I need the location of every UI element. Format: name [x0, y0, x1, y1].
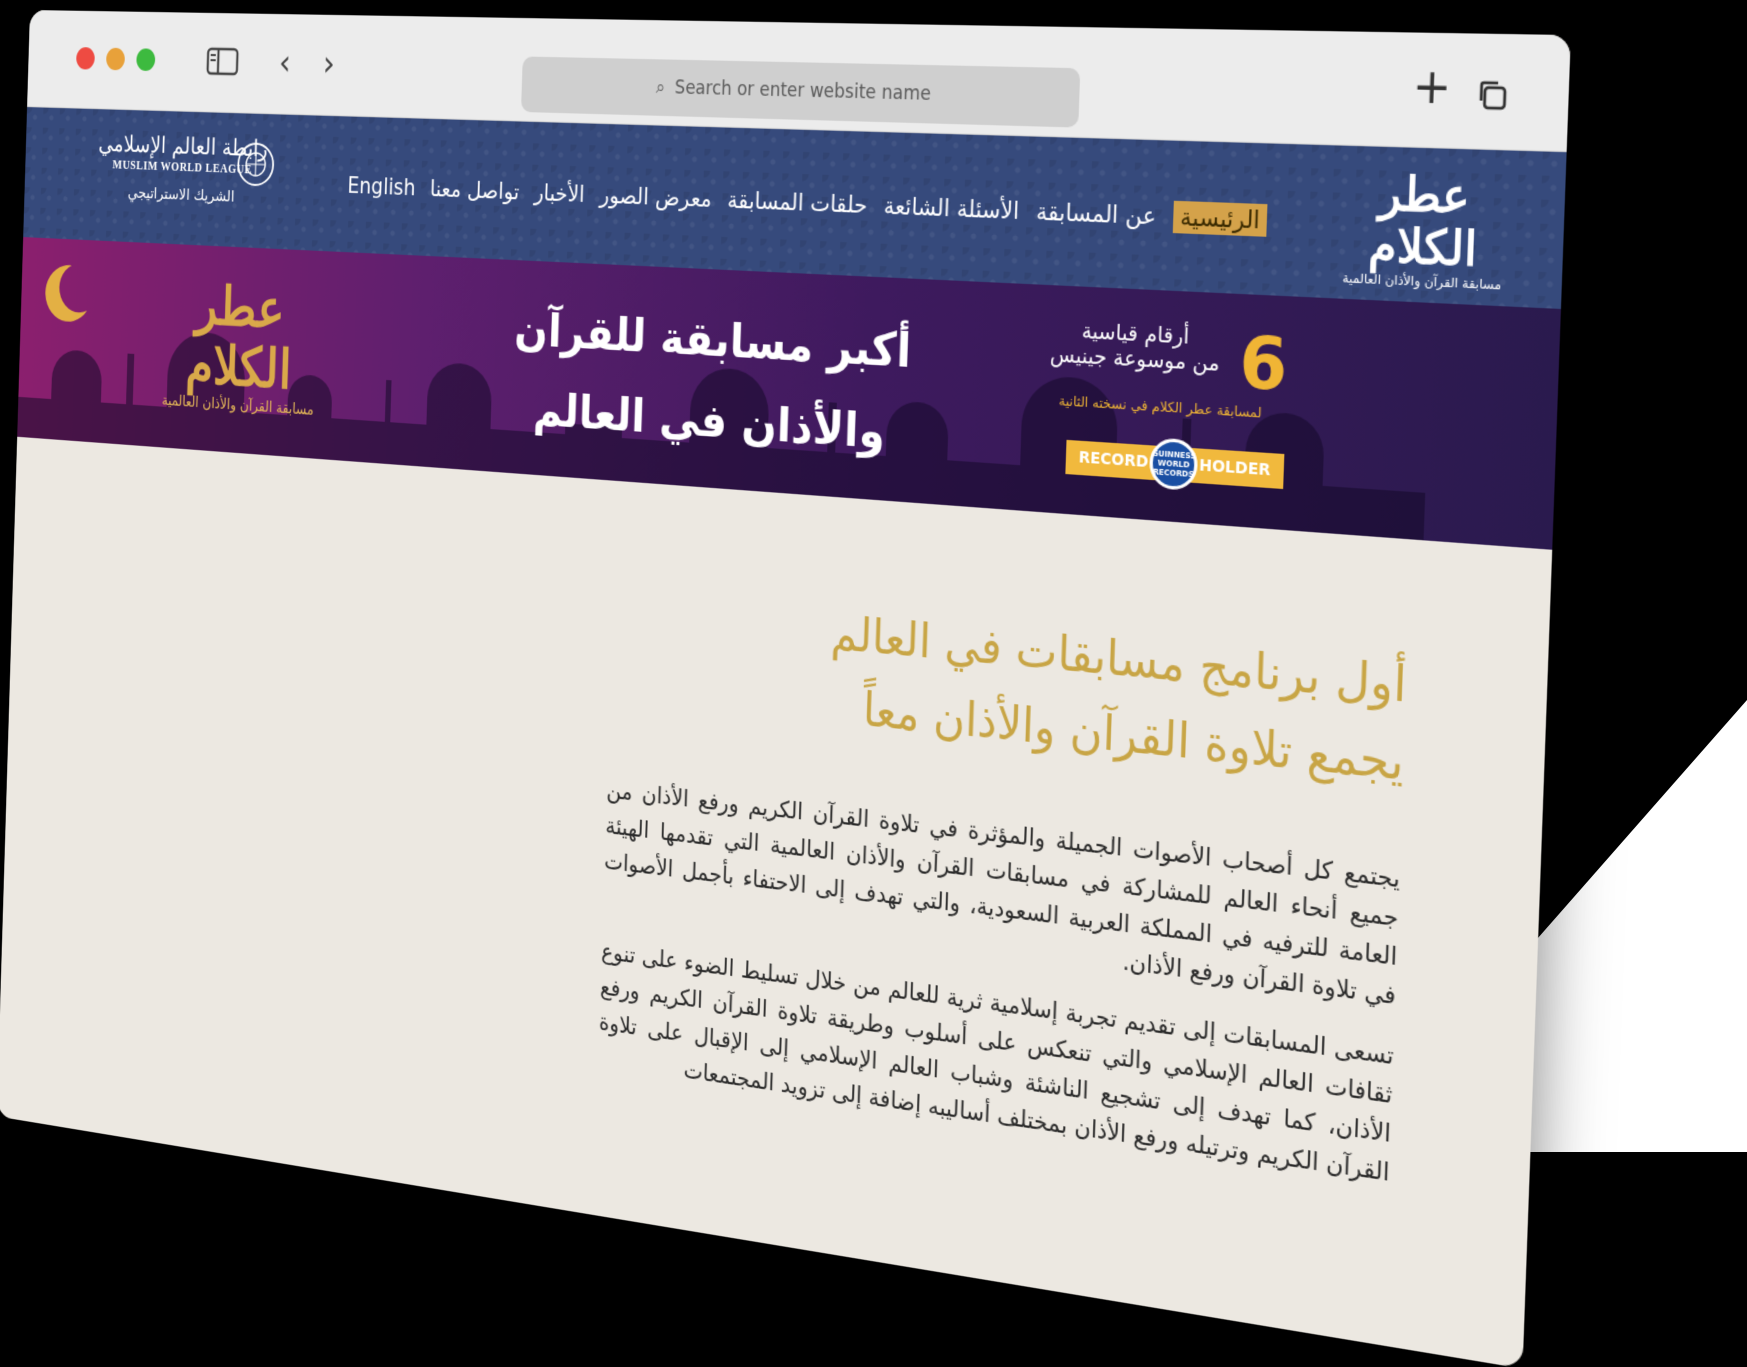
forward-arrow-icon[interactable]: › [322, 46, 335, 82]
address-bar[interactable]: ⌕ Search or enter website name [521, 56, 1080, 127]
search-icon: ⌕ [656, 77, 666, 99]
main-nav: English تواصل معنا الأخبار معرض الصور حل… [347, 171, 1267, 237]
nav-english[interactable]: English [347, 173, 416, 201]
records-block: 6 أرقام قياسية من موسوعة جينيس لمسابقة ع… [1036, 316, 1289, 422]
banner-logo: عطر الكلام مسابقة القرآن والأذان العالمي… [143, 273, 338, 420]
tab-overview-icon[interactable] [1476, 79, 1508, 111]
nav-about[interactable]: عن المسابقة [1036, 198, 1157, 230]
sidebar-toggle-icon[interactable] [206, 47, 240, 76]
minimize-button[interactable] [106, 48, 125, 71]
nav-episodes[interactable]: حلقات المسابقة [727, 187, 868, 219]
badge-holder-label: HOLDER [1199, 457, 1271, 480]
page-headline: أول برنامج مسابقات في العالم يجمع تلاوة … [744, 589, 1408, 802]
muslim-world-league-seal-icon [235, 140, 276, 189]
records-number: 6 [1238, 327, 1288, 402]
main-content: أول برنامج مسابقات في العالم يجمع تلاوة … [0, 437, 1552, 1367]
nav-home[interactable]: الرئيسية [1173, 201, 1267, 237]
nav-news[interactable]: الأخبار [534, 180, 585, 208]
logo-title-line2: الكلام [1330, 218, 1516, 278]
address-placeholder: Search or enter website name [674, 77, 931, 105]
close-button[interactable] [76, 47, 95, 70]
maximize-button[interactable] [136, 48, 155, 71]
window-controls [76, 47, 155, 71]
banner-logo-line1: عطر [145, 273, 337, 343]
badge-record-label: RECORD [1078, 449, 1148, 472]
browser-window: ‹ › ⌕ Search or enter website name + راب… [0, 10, 1571, 1367]
logo-title-line1: عطر [1332, 167, 1518, 226]
partner-block: رابطة العالم الإسلامي MUSLIM WORLD LEAGU… [84, 131, 282, 208]
nav-contact[interactable]: تواصل معنا [430, 176, 520, 205]
new-tab-plus-icon[interactable]: + [1412, 63, 1452, 111]
back-arrow-icon[interactable]: ‹ [278, 45, 291, 80]
nav-gallery[interactable]: معرض الصور [599, 182, 712, 212]
site-logo[interactable]: عطر الكلام مسابقة القرآن والأذان العالمي… [1329, 167, 1518, 305]
nav-faq[interactable]: الأسئلة الشائعة [883, 192, 1020, 224]
crescent-moon-icon [37, 258, 94, 327]
